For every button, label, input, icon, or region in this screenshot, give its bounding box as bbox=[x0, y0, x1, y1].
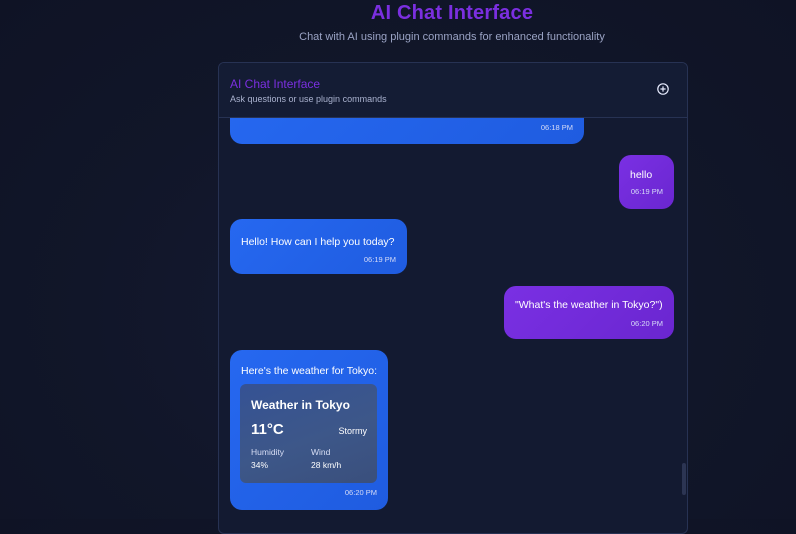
message-text: Hello! How can I help you today? bbox=[241, 236, 395, 248]
weather-title: Weather in Tokyo bbox=[251, 398, 350, 412]
message-time: 06:20 PM bbox=[630, 319, 663, 328]
scrollbar-thumb[interactable] bbox=[682, 463, 686, 495]
chat-header-subtitle: Ask questions or use plugin commands bbox=[230, 94, 387, 104]
chat-header-title: AI Chat Interface bbox=[230, 77, 321, 91]
message-list[interactable]: 06:18 PM hello 06:19 PM Hello! How can I… bbox=[219, 118, 687, 533]
wind-value: 28 km/h bbox=[311, 460, 342, 470]
weather-condition: Stormy bbox=[338, 426, 367, 436]
page-subtitle: Chat with AI using plugin commands for e… bbox=[299, 31, 605, 43]
message-time: 06:19 PM bbox=[363, 255, 396, 264]
message-time: 06:18 PM bbox=[540, 123, 573, 132]
new-chat-button[interactable] bbox=[656, 82, 670, 96]
plus-circle-icon bbox=[657, 83, 669, 95]
weather-card: Weather in Tokyo 11°C Stormy Humidity 34… bbox=[240, 384, 377, 483]
page-title: AI Chat Interface bbox=[370, 2, 534, 24]
user-message: hello 06:19 PM bbox=[619, 155, 674, 209]
assistant-message: Here's the weather for Tokyo: Weather in… bbox=[230, 350, 388, 510]
assistant-message: Hello! How can I help you today? 06:19 P… bbox=[230, 219, 407, 274]
message-text: Here's the weather for Tokyo: bbox=[241, 365, 378, 377]
wind-label: Wind bbox=[311, 447, 331, 457]
message-time: 06:19 PM bbox=[630, 187, 663, 196]
weather-temperature: 11°C bbox=[251, 421, 284, 438]
user-message: "What's the weather in Tokyo?") 06:20 PM bbox=[504, 286, 674, 339]
message-text: "What's the weather in Tokyo?") bbox=[515, 299, 663, 311]
assistant-message: 06:18 PM bbox=[230, 118, 584, 144]
chat-panel: AI Chat Interface Ask questions or use p… bbox=[218, 62, 688, 534]
message-time: 06:20 PM bbox=[344, 488, 377, 497]
chat-header: AI Chat Interface Ask questions or use p… bbox=[219, 63, 687, 118]
message-text: hello bbox=[630, 169, 653, 181]
humidity-value: 34% bbox=[251, 460, 269, 470]
humidity-label: Humidity bbox=[251, 447, 285, 457]
